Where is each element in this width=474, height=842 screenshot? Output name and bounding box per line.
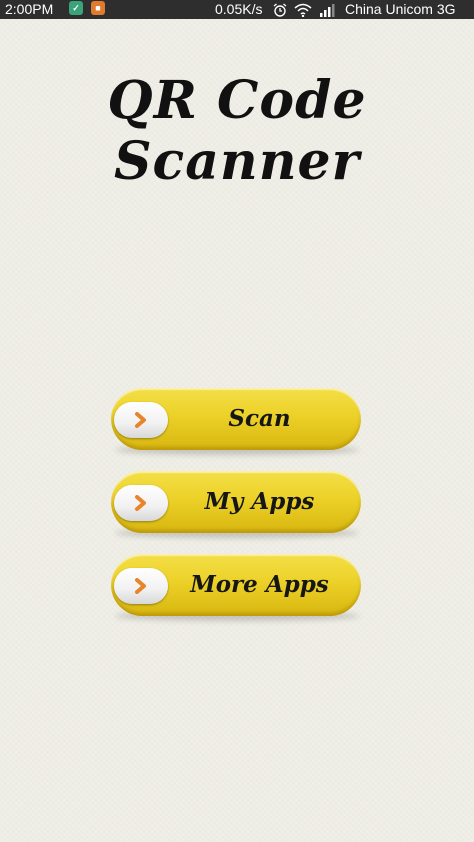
status-bar: 2:00PM ✓ ■ 0.05K/s China Unicom 3G	[0, 0, 474, 19]
alarm-icon	[273, 2, 287, 17]
signal-icon	[320, 3, 335, 17]
more-apps-button-label: More Apps	[190, 571, 329, 598]
scan-button[interactable]: Scan	[111, 388, 361, 455]
chevron-knob	[114, 485, 168, 521]
my-apps-button-label: My Apps	[204, 488, 315, 515]
more-apps-button[interactable]: More Apps	[111, 554, 361, 621]
chevron-right-icon	[135, 495, 146, 511]
shield-notification-icon: ✓	[69, 1, 83, 15]
app-notification-icon: ■	[91, 1, 105, 15]
carrier-name: China Unicom 3G	[345, 1, 456, 17]
chevron-knob	[114, 402, 168, 438]
scan-button-label: Scan	[228, 405, 291, 432]
status-time: 2:00PM	[5, 1, 54, 17]
status-icons	[273, 2, 337, 17]
my-apps-button[interactable]: My Apps	[111, 471, 361, 538]
wifi-icon	[294, 3, 312, 17]
network-speed: 0.05K/s	[215, 1, 263, 17]
chevron-knob	[114, 568, 168, 604]
chevron-right-icon	[135, 578, 146, 594]
chevron-right-icon	[135, 412, 146, 428]
app-title: QR Code Scanner	[107, 70, 367, 192]
